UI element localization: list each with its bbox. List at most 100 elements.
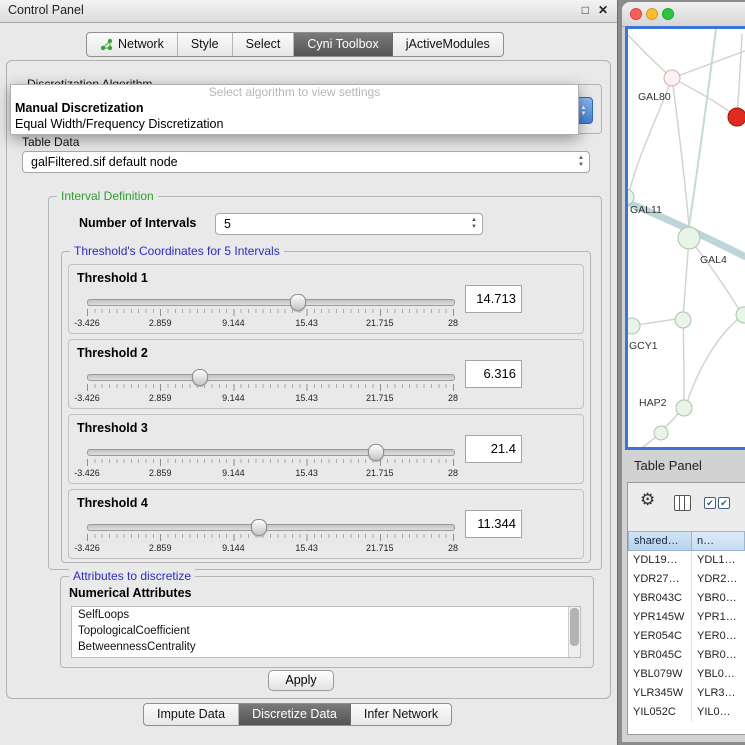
dropdown-prompt: Select algorithm to view settings bbox=[11, 85, 578, 100]
threshold-2-slider[interactable]: -3.426 2.859 9.144 15.43 21.715 28 bbox=[87, 368, 453, 402]
threshold-1-label: Threshold 1 bbox=[77, 271, 148, 285]
threshold-4-panel: Threshold 4 -3.426 2.859 9.144 15.43 21.… bbox=[68, 489, 584, 559]
control-panel-titlebar[interactable]: Control Panel □ ✕ bbox=[0, 0, 617, 23]
node[interactable] bbox=[675, 312, 691, 328]
cyni-mode-tabs: Impute Data Discretize Data Infer Networ… bbox=[143, 703, 452, 726]
node-red-selected[interactable] bbox=[728, 108, 745, 126]
table-row[interactable]: YLR345WYLR3… bbox=[628, 684, 745, 703]
gear-icon[interactable]: ⚙ bbox=[640, 490, 655, 510]
table-row[interactable]: YDL19…YDL1… bbox=[628, 551, 745, 570]
float-window-icon[interactable]: □ bbox=[582, 3, 589, 17]
checkbox-icon[interactable]: ✔ bbox=[704, 497, 716, 509]
slider-track[interactable] bbox=[87, 524, 455, 531]
numerical-attributes-list[interactable]: SelfLoops TopologicalCoefficient Between… bbox=[71, 606, 581, 658]
table-row[interactable]: YBL079WYBL0… bbox=[628, 665, 745, 684]
close-traffic-light-icon[interactable] bbox=[630, 8, 642, 20]
table-row[interactable]: YIL052CYIL0… bbox=[628, 703, 745, 722]
table-row[interactable]: YBR043CYBR0… bbox=[628, 589, 745, 608]
tab-cyni-toolbox[interactable]: Cyni Toolbox bbox=[294, 33, 392, 56]
node-label: GCY1 bbox=[629, 340, 658, 352]
threshold-2-panel: Threshold 2 -3.426 2.859 9.144 15.43 21.… bbox=[68, 339, 584, 409]
table-row[interactable]: YER054CYER0… bbox=[628, 627, 745, 646]
tab-label: jActiveModules bbox=[406, 33, 490, 56]
tab-infer-network[interactable]: Infer Network bbox=[351, 704, 451, 725]
number-of-intervals-combobox[interactable]: 5 ▲▼ bbox=[215, 213, 483, 235]
threshold-1-value-field[interactable]: 14.713 bbox=[465, 285, 522, 313]
threshold-3-slider[interactable]: -3.426 2.859 9.144 15.43 21.715 28 bbox=[87, 443, 453, 477]
slider-scale-labels: -3.426 2.859 9.144 15.43 21.715 28 bbox=[87, 318, 453, 328]
show-columns-icon[interactable] bbox=[674, 495, 691, 511]
tab-discretize-data[interactable]: Discretize Data bbox=[239, 704, 351, 725]
dropdown-option-equal-width-frequency[interactable]: Equal Width/Frequency Discretization bbox=[11, 116, 578, 132]
table-body: YDL19…YDL1… YDR27…YDR2… YBR043CYBR0… YPR… bbox=[628, 551, 745, 734]
number-of-intervals-label: Number of Intervals bbox=[79, 216, 196, 230]
attributes-to-discretize-group: Attributes to discretize Numerical Attri… bbox=[60, 576, 594, 668]
tab-label: Style bbox=[191, 33, 219, 56]
group-legend: Threshold's Coordinates for 5 Intervals bbox=[70, 244, 284, 258]
list-item[interactable]: BetweennessCentrality bbox=[72, 639, 580, 655]
slider-scale-labels: -3.426 2.859 9.144 15.43 21.715 28 bbox=[87, 543, 453, 553]
tab-impute-data[interactable]: Impute Data bbox=[144, 704, 239, 725]
interval-definition-group: Interval Definition Number of Intervals … bbox=[48, 196, 602, 570]
table-data-combobox[interactable]: galFiltered.sif default node ▲▼ bbox=[22, 151, 590, 173]
combobox-value: galFiltered.sif default node bbox=[31, 152, 178, 172]
slider-major-ticks bbox=[87, 534, 457, 541]
desktop: Control Panel □ ✕ Network Style Select C… bbox=[0, 0, 745, 745]
node-label: GAL80 bbox=[638, 91, 671, 103]
tab-label: Infer Network bbox=[364, 704, 438, 725]
combobox-arrows-icon: ▲▼ bbox=[578, 155, 584, 169]
control-panel-tabs: Network Style Select Cyni Toolbox jActiv… bbox=[86, 32, 504, 57]
slider-major-ticks bbox=[87, 309, 457, 316]
arrow-down-icon: ▼ bbox=[581, 111, 587, 117]
tab-style[interactable]: Style bbox=[178, 33, 233, 56]
column-header-name[interactable]: n… bbox=[692, 531, 745, 551]
tab-network[interactable]: Network bbox=[87, 33, 178, 56]
node-gal80[interactable] bbox=[664, 70, 680, 86]
dropdown-option-manual-discretization[interactable]: Manual Discretization bbox=[11, 100, 578, 116]
list-scrollbar[interactable] bbox=[568, 607, 580, 657]
control-panel-window: Control Panel □ ✕ Network Style Select C… bbox=[0, 0, 618, 745]
table-row[interactable]: YDR27…YDR2… bbox=[628, 570, 745, 589]
threshold-1-slider[interactable]: -3.426 2.859 9.144 15.43 21.715 28 bbox=[87, 293, 453, 327]
list-item[interactable]: TopologicalCoefficient bbox=[72, 623, 580, 639]
slider-track[interactable] bbox=[87, 374, 455, 381]
tab-label: Impute Data bbox=[157, 704, 225, 725]
tab-jactivemodules[interactable]: jActiveModules bbox=[393, 33, 503, 56]
minimize-traffic-light-icon[interactable] bbox=[646, 8, 658, 20]
node-label: GAL4 bbox=[700, 254, 727, 266]
threshold-4-slider[interactable]: -3.426 2.859 9.144 15.43 21.715 28 bbox=[87, 518, 453, 552]
node[interactable] bbox=[654, 426, 668, 440]
node-hap2[interactable] bbox=[676, 400, 692, 416]
tab-select[interactable]: Select bbox=[233, 33, 295, 56]
numerical-attributes-label: Numerical Attributes bbox=[69, 586, 191, 600]
close-icon[interactable]: ✕ bbox=[598, 3, 608, 17]
tab-label: Discretize Data bbox=[252, 704, 337, 725]
slider-track[interactable] bbox=[87, 299, 455, 306]
threshold-2-label: Threshold 2 bbox=[77, 346, 148, 360]
main-window-titlebar[interactable] bbox=[622, 2, 745, 27]
threshold-2-value-field[interactable]: 6.316 bbox=[465, 360, 522, 388]
network-icon bbox=[100, 38, 113, 51]
checkbox-icon[interactable]: ✔ bbox=[718, 497, 730, 509]
tab-label: Cyni Toolbox bbox=[307, 33, 378, 56]
scrollbar-thumb[interactable] bbox=[570, 608, 579, 646]
zoom-traffic-light-icon[interactable] bbox=[662, 8, 674, 20]
threshold-4-label: Threshold 4 bbox=[77, 496, 148, 510]
combobox-arrows-icon: ▲▼ bbox=[471, 217, 477, 231]
table-panel: ⚙ ✔ ✔ shared… n… YDL19…YDL1… YDR27…YDR2…… bbox=[627, 482, 745, 735]
node-gcy1[interactable] bbox=[628, 318, 640, 334]
node-gal4[interactable] bbox=[678, 227, 700, 249]
combobox-value: 5 bbox=[224, 214, 231, 234]
network-canvas[interactable]: GAL80 GAL11 GAL4 GCY1 HAP2 bbox=[628, 29, 745, 447]
table-row[interactable]: YPR145WYPR1… bbox=[628, 608, 745, 627]
threshold-3-value-field[interactable]: 21.4 bbox=[465, 435, 522, 463]
apply-button[interactable]: Apply bbox=[268, 670, 334, 691]
column-header-shared-name[interactable]: shared… bbox=[628, 531, 692, 551]
slider-track[interactable] bbox=[87, 449, 455, 456]
table-panel-title: Table Panel bbox=[634, 458, 702, 473]
slider-scale-labels: -3.426 2.859 9.144 15.43 21.715 28 bbox=[87, 393, 453, 403]
group-legend: Attributes to discretize bbox=[69, 569, 195, 583]
list-item[interactable]: SelfLoops bbox=[72, 607, 580, 623]
threshold-4-value-field[interactable]: 11.344 bbox=[465, 510, 522, 538]
table-row[interactable]: YBR045CYBR0… bbox=[628, 646, 745, 665]
